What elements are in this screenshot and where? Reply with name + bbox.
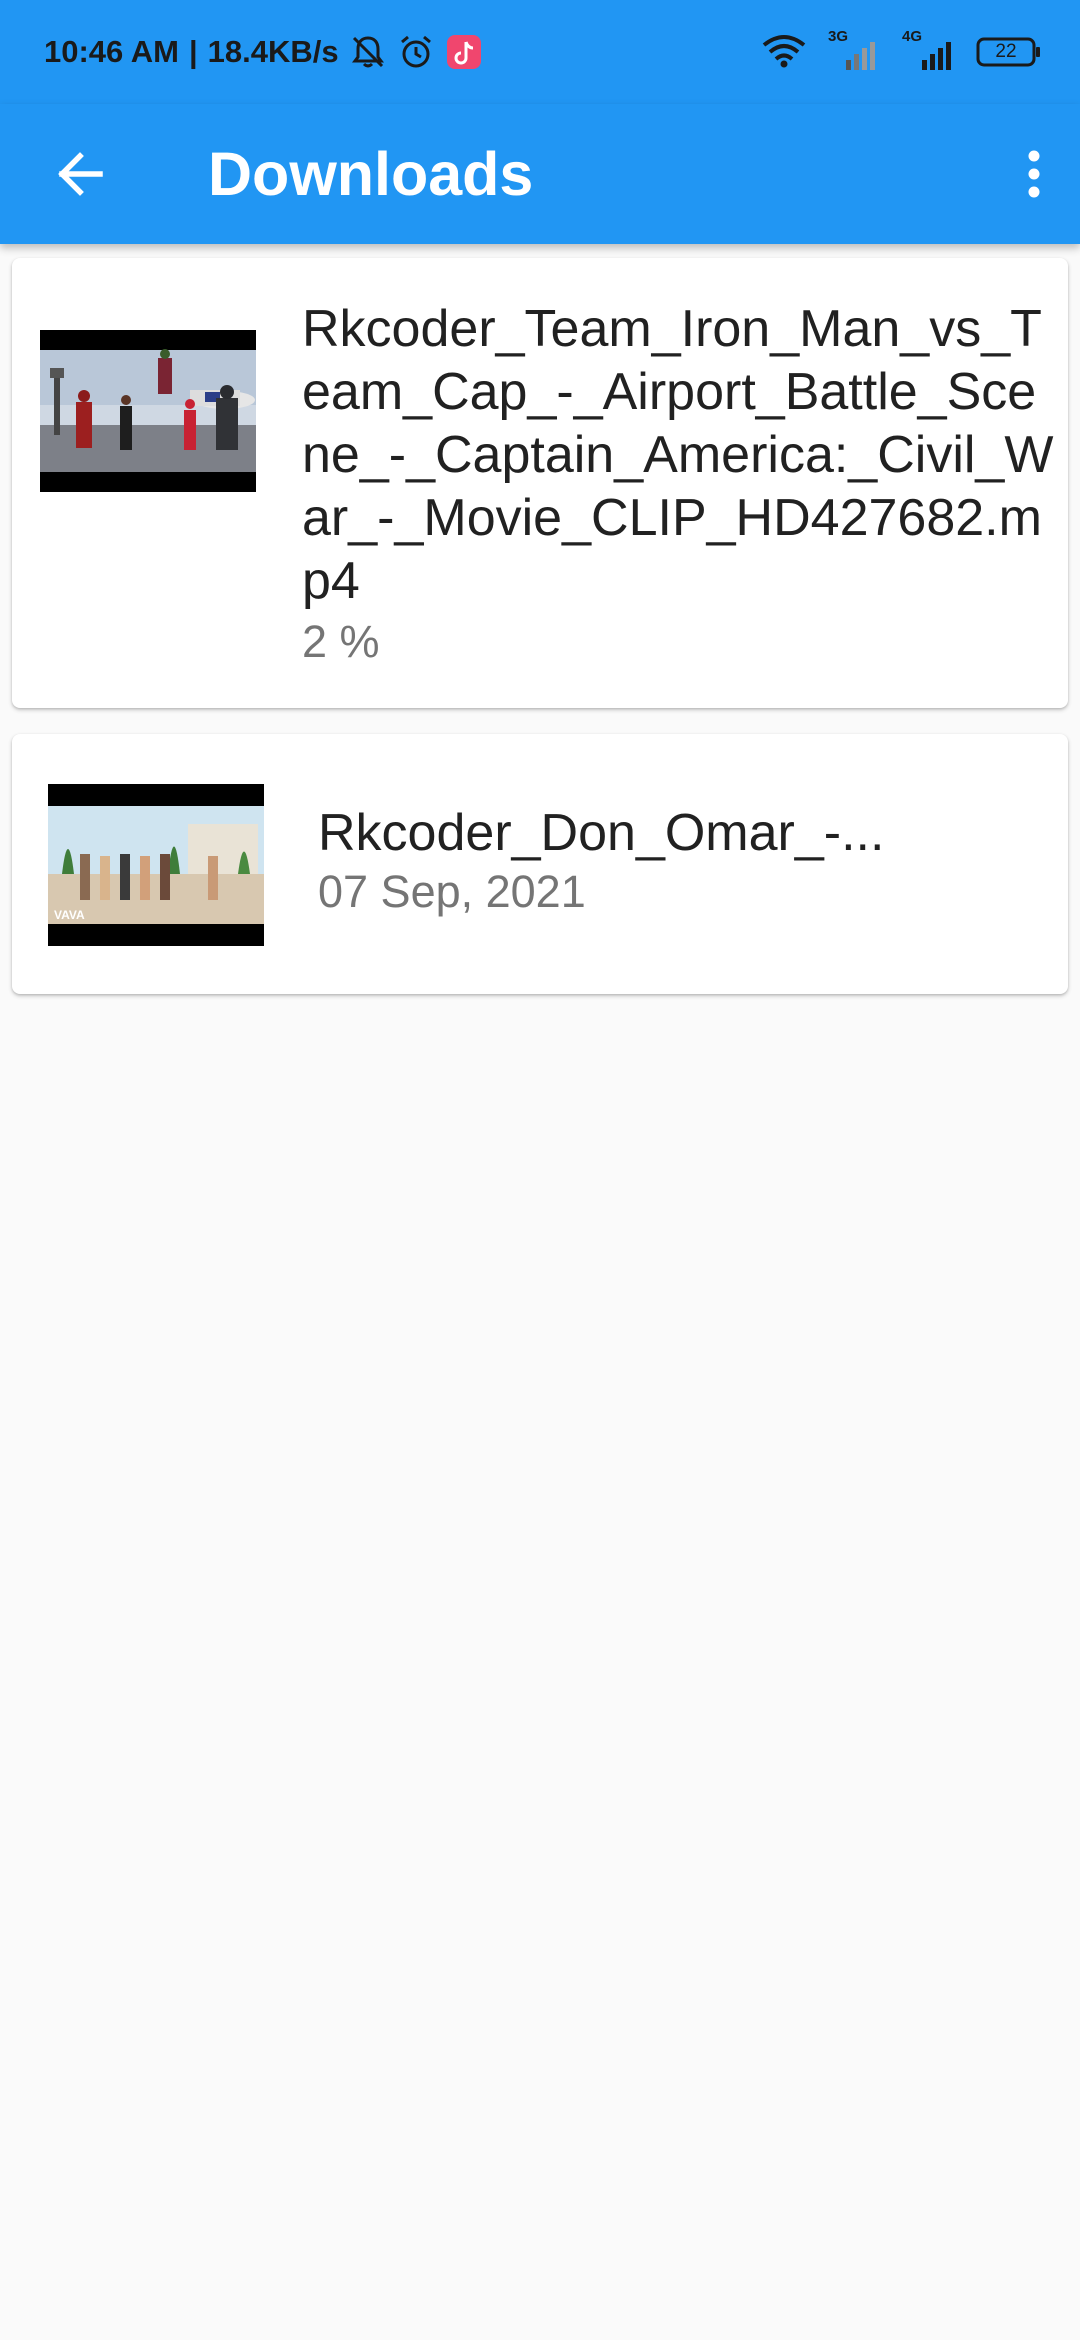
status-time: 10:46 AM	[44, 34, 179, 69]
video-thumbnail	[40, 330, 256, 492]
status-speed: 18.4KB/s	[207, 34, 339, 69]
app-bar: Downloads	[0, 104, 1080, 244]
battery-level: 22	[995, 41, 1017, 62]
download-date: 07 Sep, 2021	[318, 866, 586, 917]
status-bar: 10:46 AM | 18.4KB/s 3G 4G 22	[0, 0, 1080, 104]
wifi-icon	[760, 31, 808, 74]
alarm-icon	[397, 33, 435, 71]
signal-3g-icon: 3G	[828, 28, 880, 72]
more-options-button[interactable]	[1004, 134, 1064, 214]
status-right: 3G 4G 22	[760, 28, 1042, 74]
file-name: Rkcoder_Team_Iron_Man_vs_Team_Cap_-_Airp…	[302, 300, 1054, 610]
download-item[interactable]: Rkcoder_Team_Iron_Man_vs_Team_Cap_-_Airp…	[12, 258, 1068, 708]
battery-icon: 22	[976, 36, 1042, 68]
signal-4g-icon: 4G	[900, 28, 956, 72]
mute-bell-icon	[349, 33, 387, 71]
video-thumbnail: VAVA	[48, 784, 264, 946]
tiktok-icon	[445, 33, 483, 71]
arrow-back-icon	[58, 152, 103, 196]
thumbnail-watermark: VAVA	[54, 908, 85, 922]
download-progress: 2 %	[302, 616, 380, 667]
download-item[interactable]: VAVA Rkcoder_Don_Omar_-... 07 Sep, 2021	[12, 734, 1068, 994]
file-name: Rkcoder_Don_Omar_-...	[318, 804, 885, 862]
status-separator: |	[188, 34, 198, 69]
page-title: Downloads	[208, 140, 534, 208]
more-vert-icon	[1028, 150, 1040, 198]
status-left: 10:46 AM | 18.4KB/s	[44, 30, 483, 74]
back-button[interactable]	[40, 134, 120, 214]
